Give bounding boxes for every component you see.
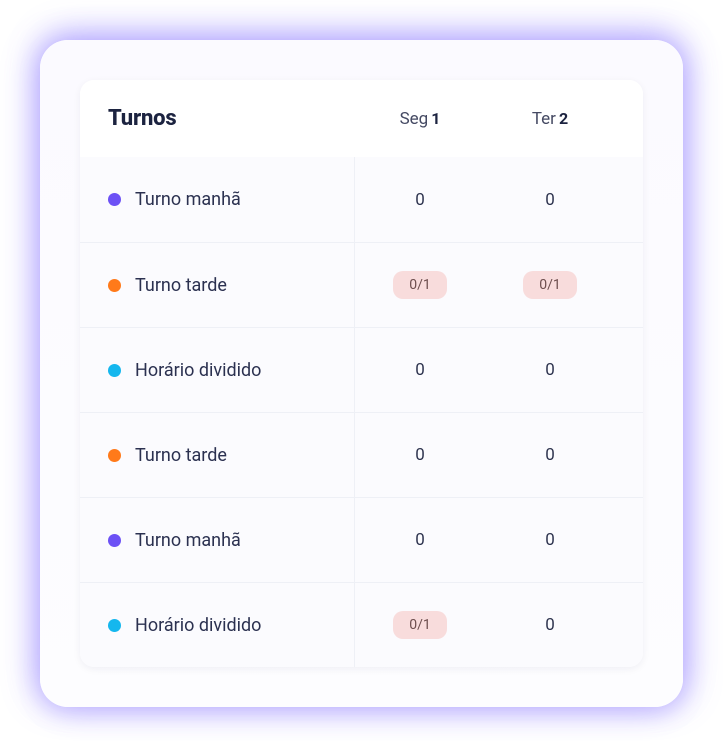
shift-value-cell[interactable]: 0 xyxy=(355,445,485,465)
shift-name-label: Horário dividido xyxy=(135,615,261,636)
color-dot-icon xyxy=(108,534,121,547)
shift-value-cell[interactable]: 0 xyxy=(485,615,615,635)
page-title: Turnos xyxy=(108,106,355,131)
status-badge: 0/1 xyxy=(393,611,447,639)
day-number: 1 xyxy=(431,109,440,128)
table-row[interactable]: Turno manhã 0 0 xyxy=(80,497,643,582)
shift-value-cell[interactable]: 0/1 xyxy=(355,271,485,299)
shift-name-label: Turno manhã xyxy=(135,530,241,551)
shift-value-cell[interactable]: 0 xyxy=(355,360,485,380)
color-dot-icon xyxy=(108,449,121,462)
day-header-0: Seg1 xyxy=(355,109,485,129)
shift-value-cell[interactable]: 0 xyxy=(485,530,615,550)
shift-value-cell[interactable]: 0 xyxy=(485,360,615,380)
color-dot-icon xyxy=(108,619,121,632)
shift-name-cell: Horário dividido xyxy=(108,583,355,667)
value-text: 0 xyxy=(545,190,555,210)
value-text: 0 xyxy=(415,445,425,465)
value-text: 0 xyxy=(545,615,555,635)
shift-value-cell[interactable]: 0 xyxy=(355,190,485,210)
color-dot-icon xyxy=(108,364,121,377)
shift-value-cell[interactable]: 0 xyxy=(355,530,485,550)
shift-name-cell: Turno manhã xyxy=(108,157,355,242)
day-abbrev: Ter xyxy=(532,109,556,129)
table-row[interactable]: Horário dividido 0 0 xyxy=(80,327,643,412)
status-badge: 0/1 xyxy=(523,271,577,299)
color-dot-icon xyxy=(108,279,121,292)
shift-name-cell: Turno manhã xyxy=(108,498,355,582)
shift-name-label: Turno tarde xyxy=(135,445,227,466)
table-row[interactable]: Turno tarde 0 0 xyxy=(80,412,643,497)
shift-name-cell: Horário dividido xyxy=(108,328,355,412)
table-body: Turno manhã00Turno tarde0/10/1Horário di… xyxy=(80,157,643,667)
shift-value-cell[interactable]: 0/1 xyxy=(485,271,615,299)
shift-value-cell[interactable]: 0/1 xyxy=(355,611,485,639)
shift-name-cell: Turno tarde xyxy=(108,413,355,497)
shift-value-cell[interactable]: 0 xyxy=(485,445,615,465)
value-text: 0 xyxy=(545,445,555,465)
day-header-1: Ter2 xyxy=(485,109,615,129)
shift-name-label: Turno manhã xyxy=(135,189,241,210)
day-abbrev: Seg xyxy=(400,109,429,129)
shift-name-label: Turno tarde xyxy=(135,275,227,296)
shift-name-cell: Turno tarde xyxy=(108,243,355,327)
table-header: Turnos Seg1 Ter2 xyxy=(80,80,643,157)
value-text: 0 xyxy=(545,360,555,380)
panel-container: Turnos Seg1 Ter2 Turno manhã00Turno tard… xyxy=(40,40,683,707)
value-text: 0 xyxy=(545,530,555,550)
shift-name-label: Horário dividido xyxy=(135,360,261,381)
value-text: 0 xyxy=(415,530,425,550)
table-row[interactable]: Turno tarde 0/1 0/1 xyxy=(80,242,643,327)
table-row[interactable]: Horário dividido 0/1 0 xyxy=(80,582,643,667)
color-dot-icon xyxy=(108,193,121,206)
shift-value-cell[interactable]: 0 xyxy=(485,190,615,210)
status-badge: 0/1 xyxy=(393,271,447,299)
value-text: 0 xyxy=(415,360,425,380)
day-number: 2 xyxy=(559,109,568,128)
table-row[interactable]: Turno manhã 0 0 xyxy=(80,157,643,242)
shifts-card: Turnos Seg1 Ter2 Turno manhã00Turno tard… xyxy=(80,80,643,667)
value-text: 0 xyxy=(415,190,425,210)
